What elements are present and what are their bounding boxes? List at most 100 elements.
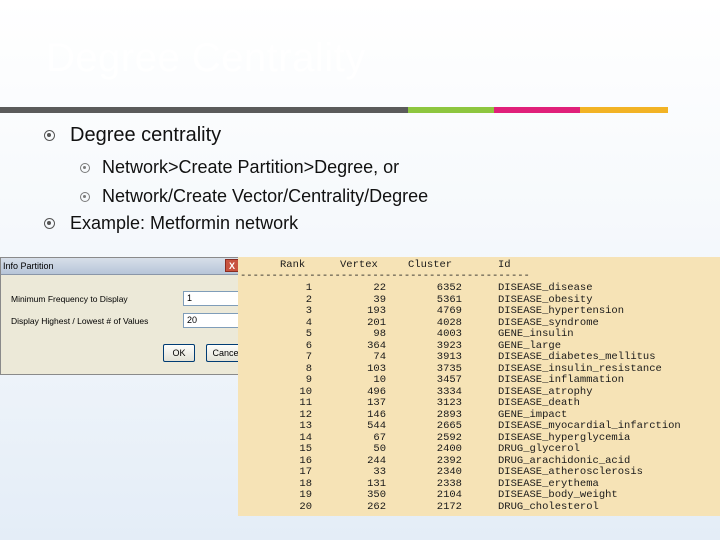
cell-id: DISEASE_hypertension (498, 305, 625, 317)
bullet-example: Example: Metformin network (44, 213, 298, 234)
table-row: 7 74 3913 DISEASE_diabetes_mellitus (238, 351, 720, 363)
cell-rank: 1 (305, 282, 312, 294)
info-partition-dialog: Info Partition X Minimum Frequency to Di… (0, 257, 246, 375)
cell-id: DRUG_cholesterol (498, 500, 599, 513)
cell-vertex: 22 (373, 282, 386, 294)
table-row: 3 193 4769 DISEASE_hypertension (238, 305, 720, 317)
cell-cluster: 2340 (436, 466, 462, 478)
sub-bullet-partition: Network>Create Partition>Degree, or (80, 157, 399, 178)
table-row: 18 131 2338 DISEASE_erythema (238, 478, 720, 490)
close-icon[interactable]: X (225, 259, 239, 272)
bullet-text: Degree centrality (70, 124, 222, 146)
cell-id: DISEASE_disease (498, 282, 593, 294)
cell-rank: 6 (305, 339, 312, 352)
cell-rank: 19 (299, 489, 312, 501)
table-row: 5 98 4003 GENE_insulin (238, 328, 720, 340)
table-row: 2 39 5361 DISEASE_obesity (238, 294, 720, 306)
table-row: 13 544 2665 DISEASE_myocardial_infarction (238, 420, 720, 432)
cell-id: GENE_large (498, 339, 562, 352)
min-frequency-input[interactable]: 1 (183, 291, 239, 306)
cell-vertex: 50 (373, 443, 386, 455)
cell-id: DISEASE_inflammation (498, 374, 625, 386)
cell-id: DISEASE_atherosclerosis (498, 466, 643, 478)
cell-vertex: 262 (367, 500, 386, 513)
table-row: 8 103 3735 DISEASE_insulin_resistance (238, 363, 720, 375)
bullet-text: Example: Metformin network (70, 213, 299, 233)
cell-vertex: 67 (373, 431, 386, 444)
sub-bullet-icon (80, 162, 90, 173)
ok-button[interactable]: OK (163, 344, 195, 362)
cell-vertex: 201 (367, 316, 386, 329)
cell-cluster: 4003 (436, 328, 462, 340)
table-row: 6 364 3923 GENE_large (238, 340, 720, 352)
cell-cluster: 3334 (436, 385, 462, 398)
cell-cluster: 2392 (436, 454, 462, 467)
bullet-degree-centrality: Degree centrality (44, 124, 221, 147)
cell-cluster: 6352 (436, 282, 462, 294)
cell-vertex: 98 (373, 328, 386, 340)
cell-rank: 17 (299, 466, 312, 478)
table-row: 10 496 3334 DISEASE_atrophy (238, 386, 720, 398)
table-row: 12 146 2893 GENE_impact (238, 409, 720, 421)
cell-id: DRUG_arachidonic_acid (498, 454, 631, 467)
table-row: 4 201 4028 DISEASE_syndrome (238, 317, 720, 329)
slide-title: Degree Centrality (46, 36, 366, 80)
cell-rank: 3 (305, 305, 312, 317)
cell-cluster: 2893 (436, 408, 462, 421)
table-row: 20 262 2172 DRUG_cholesterol (238, 501, 720, 513)
cell-rank: 20 (299, 500, 312, 513)
cell-rank: 2 (305, 293, 312, 306)
cell-cluster: 3457 (436, 374, 462, 386)
cell-vertex: 131 (367, 477, 386, 490)
cell-rank: 14 (299, 431, 312, 444)
cell-rank: 9 (305, 374, 312, 386)
sub-bullet-text: Network>Create Partition>Degree, or (102, 157, 400, 177)
cell-rank: 18 (299, 477, 312, 490)
partition-output-table: Rank Vertex Cluster Id -----------------… (238, 257, 720, 516)
cell-rank: 7 (305, 351, 312, 363)
table-row: 9 10 3457 DISEASE_inflammation (238, 374, 720, 386)
cell-cluster: 3913 (436, 351, 462, 363)
cell-id: DISEASE_atrophy (498, 385, 593, 398)
cell-cluster: 2338 (436, 477, 462, 490)
cell-id: DRUG_glycerol (498, 443, 580, 455)
cell-rank: 13 (299, 420, 312, 432)
header-separator: ----------------------------------------… (240, 270, 530, 282)
cell-id: GENE_impact (498, 408, 568, 421)
min-frequency-label: Minimum Frequency to Display (11, 294, 128, 304)
cell-id: DISEASE_body_weight (498, 489, 618, 501)
cell-cluster: 4769 (436, 305, 462, 317)
cell-cluster: 3735 (436, 362, 462, 375)
cell-vertex: 193 (367, 305, 386, 317)
cell-rank: 12 (299, 408, 312, 421)
cell-cluster: 2400 (436, 443, 462, 455)
table-row: 14 67 2592 DISEASE_hyperglycemia (238, 432, 720, 444)
cell-id: DISEASE_hyperglycemia (498, 431, 631, 444)
cell-rank: 10 (299, 385, 312, 398)
cell-rank: 8 (305, 362, 312, 375)
sub-bullet-icon (80, 191, 90, 202)
cell-vertex: 364 (367, 339, 386, 352)
table-row: 16 244 2392 DRUG_arachidonic_acid (238, 455, 720, 467)
cell-id: DISEASE_obesity (498, 293, 593, 306)
cell-vertex: 10 (373, 374, 386, 386)
cell-id: DISEASE_myocardial_infarction (498, 420, 681, 432)
cell-id: DISEASE_erythema (498, 477, 599, 490)
cell-id: DISEASE_insulin_resistance (498, 362, 662, 375)
cell-rank: 4 (305, 316, 312, 329)
cell-id: GENE_insulin (498, 328, 574, 340)
cell-cluster: 3123 (436, 397, 462, 409)
cell-id: DISEASE_diabetes_mellitus (498, 351, 656, 363)
table-row: 15 50 2400 DRUG_glycerol (238, 443, 720, 455)
title-rule-pink (494, 107, 580, 113)
cell-vertex: 74 (373, 351, 386, 363)
cell-cluster: 2592 (436, 431, 462, 444)
cell-vertex: 146 (367, 408, 386, 421)
cell-cluster: 2104 (436, 489, 462, 501)
dialog-titlebar: Info Partition (1, 258, 239, 275)
bullet-icon (44, 130, 55, 141)
display-count-input[interactable]: 20 (183, 313, 239, 328)
sub-bullet-vector: Network/Create Vector/Centrality/Degree (80, 186, 428, 207)
cell-vertex: 496 (367, 385, 386, 398)
cell-rank: 15 (299, 443, 312, 455)
